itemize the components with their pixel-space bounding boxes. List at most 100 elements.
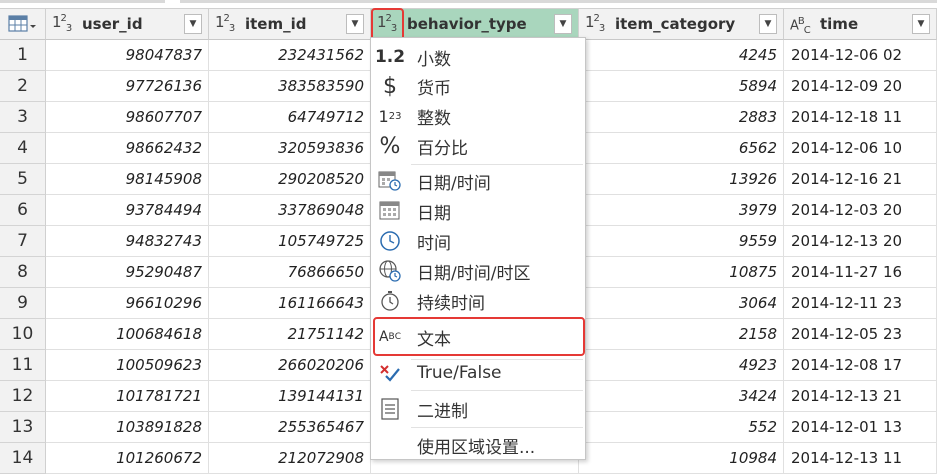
cell-item-id[interactable]: 337869048 [209, 195, 371, 226]
menu-item-label: 时间 [417, 233, 451, 254]
row-number[interactable]: 14 [0, 443, 46, 474]
cell-time[interactable]: 2014-12-16 21 [784, 164, 937, 195]
cell-user-id[interactable]: 96610296 [46, 288, 209, 319]
cell-item-id[interactable]: 232431562 [209, 40, 371, 71]
row-number[interactable]: 7 [0, 226, 46, 257]
menu-item-datetime-zone[interactable]: 日期/时间/时区 [371, 256, 585, 286]
cell-item-id[interactable]: 255365467 [209, 412, 371, 443]
cell-time[interactable]: 2014-12-13 20 [784, 226, 937, 257]
menu-separator [411, 427, 583, 428]
cell-item-id[interactable]: 383583590 [209, 71, 371, 102]
cell-user-id[interactable]: 101781721 [46, 381, 209, 412]
cell-user-id[interactable]: 100509623 [46, 350, 209, 381]
cell-item-category[interactable]: 552 [579, 412, 784, 443]
filter-dropdown-button[interactable]: ▼ [554, 14, 572, 34]
row-number[interactable]: 5 [0, 164, 46, 195]
cell-time[interactable]: 2014-12-13 11 [784, 443, 937, 474]
cell-item-id[interactable]: 320593836 [209, 133, 371, 164]
menu-item-datetime[interactable]: 日期/时间 [371, 166, 585, 196]
cell-item-id[interactable]: 76866650 [209, 257, 371, 288]
row-number[interactable]: 12 [0, 381, 46, 412]
column-header-time[interactable]: ABC time ▼ [784, 8, 937, 40]
row-number[interactable]: 3 [0, 102, 46, 133]
cell-user-id[interactable]: 97726136 [46, 71, 209, 102]
cell-user-id[interactable]: 98607707 [46, 102, 209, 133]
menu-item-true-false[interactable]: True/False [371, 358, 585, 388]
cell-time[interactable]: 2014-12-03 20 [784, 195, 937, 226]
row-number[interactable]: 4 [0, 133, 46, 164]
cell-item-id[interactable]: 21751142 [209, 319, 371, 350]
filter-dropdown-button[interactable]: ▼ [759, 14, 777, 34]
cell-time[interactable]: 2014-12-06 02 [784, 40, 937, 71]
cell-user-id[interactable]: 98662432 [46, 133, 209, 164]
filter-dropdown-button[interactable]: ▼ [912, 14, 930, 34]
row-number[interactable]: 11 [0, 350, 46, 381]
row-number[interactable]: 1 [0, 40, 46, 71]
datetime-icon [371, 170, 409, 192]
filter-dropdown-button[interactable]: ▼ [346, 14, 364, 34]
cell-item-category[interactable]: 13926 [579, 164, 784, 195]
cell-user-id[interactable]: 98145908 [46, 164, 209, 195]
cell-time[interactable]: 2014-12-01 13 [784, 412, 937, 443]
cell-user-id[interactable]: 98047837 [46, 40, 209, 71]
menu-item-whole-number[interactable]: 123 整数 [371, 101, 585, 131]
column-header-item-category[interactable]: 123 item_category ▼ [579, 8, 784, 40]
cell-user-id[interactable]: 93784494 [46, 195, 209, 226]
cell-item-category[interactable]: 10875 [579, 257, 784, 288]
row-number[interactable]: 13 [0, 412, 46, 443]
menu-item-duration[interactable]: 持续时间 [371, 286, 585, 316]
menu-item-percent[interactable]: % 百分比 [371, 131, 585, 161]
row-number[interactable]: 9 [0, 288, 46, 319]
column-header-user-id[interactable]: 123 user_id ▼ [46, 8, 209, 40]
cell-item-category[interactable]: 10984 [579, 443, 784, 474]
cell-item-category[interactable]: 4245 [579, 40, 784, 71]
row-number[interactable]: 8 [0, 257, 46, 288]
cell-user-id[interactable]: 100684618 [46, 319, 209, 350]
cell-item-category[interactable]: 6562 [579, 133, 784, 164]
cell-item-category[interactable]: 2158 [579, 319, 784, 350]
cell-item-category[interactable]: 4923 [579, 350, 784, 381]
cell-user-id[interactable]: 94832743 [46, 226, 209, 257]
menu-item-time[interactable]: 时间 [371, 226, 585, 256]
cell-user-id[interactable]: 103891828 [46, 412, 209, 443]
cell-time[interactable]: 2014-12-11 23 [784, 288, 937, 319]
menu-item-label: 百分比 [417, 138, 468, 159]
cell-item-category[interactable]: 3979 [579, 195, 784, 226]
cell-item-id[interactable]: 64749712 [209, 102, 371, 133]
menu-item-label: 使用区域设置... [417, 437, 536, 458]
cell-item-category[interactable]: 3064 [579, 288, 784, 319]
cell-item-id[interactable]: 105749725 [209, 226, 371, 257]
row-number[interactable]: 10 [0, 319, 46, 350]
percent-icon: % [379, 133, 401, 159]
cell-item-id[interactable]: 139144131 [209, 381, 371, 412]
cell-time[interactable]: 2014-12-06 10 [784, 133, 937, 164]
menu-item-date[interactable]: 日期 [371, 196, 585, 226]
column-header-item-id[interactable]: 123 item_id ▼ [209, 8, 371, 40]
cell-user-id[interactable]: 101260672 [46, 443, 209, 474]
cell-time[interactable]: 2014-12-13 21 [784, 381, 937, 412]
filter-dropdown-button[interactable]: ▼ [184, 14, 202, 34]
cell-time[interactable]: 2014-12-09 20 [784, 71, 937, 102]
menu-item-label: 日期/时间 [417, 173, 491, 194]
menu-item-currency[interactable]: $ 货币 [371, 71, 585, 101]
cell-time[interactable]: 2014-11-27 16 [784, 257, 937, 288]
menu-item-decimal[interactable]: 1.2 小数 [371, 42, 585, 72]
table-menu-button[interactable] [0, 8, 46, 40]
cell-item-id[interactable]: 161166643 [209, 288, 371, 319]
cell-item-category[interactable]: 3424 [579, 381, 784, 412]
cell-item-id[interactable]: 290208520 [209, 164, 371, 195]
cell-time[interactable]: 2014-12-05 23 [784, 319, 937, 350]
row-number[interactable]: 6 [0, 195, 46, 226]
menu-item-binary[interactable]: 二进制 [371, 394, 585, 424]
cell-time[interactable]: 2014-12-08 17 [784, 350, 937, 381]
cell-time[interactable]: 2014-12-18 11 [784, 102, 937, 133]
whole-number-icon: 123 [585, 13, 605, 34]
row-number[interactable]: 2 [0, 71, 46, 102]
cell-user-id[interactable]: 95290487 [46, 257, 209, 288]
menu-item-locale-settings[interactable]: 使用区域设置... [371, 430, 585, 460]
cell-item-id[interactable]: 266020206 [209, 350, 371, 381]
cell-item-id[interactable]: 212072908 [209, 443, 371, 474]
cell-item-category[interactable]: 5894 [579, 71, 784, 102]
cell-item-category[interactable]: 9559 [579, 226, 784, 257]
cell-item-category[interactable]: 2883 [579, 102, 784, 133]
